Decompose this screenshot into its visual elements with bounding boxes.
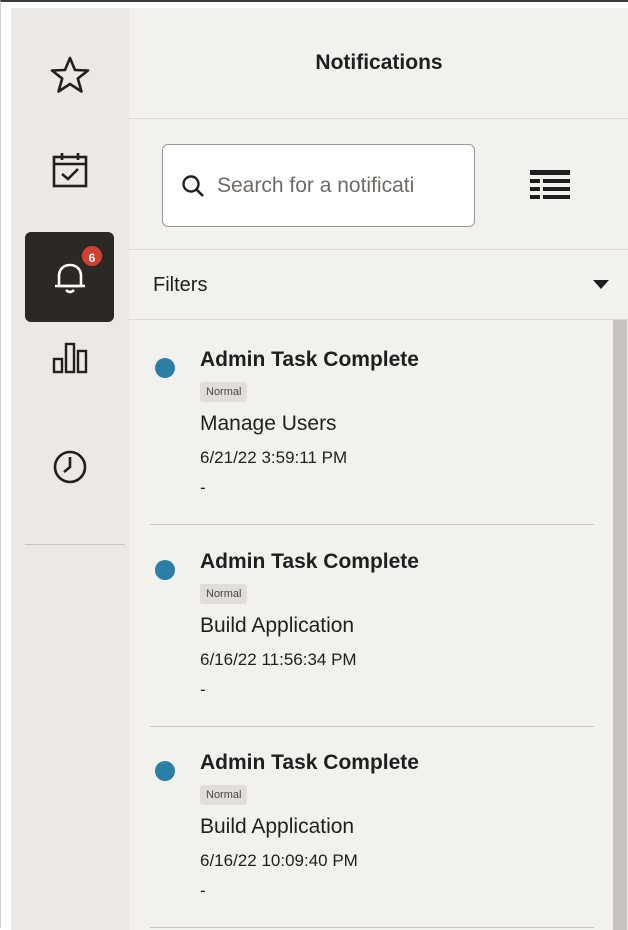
notification-item[interactable]: Admin Task Complete Normal Build Applica… <box>129 528 609 728</box>
notification-description: - <box>200 881 206 900</box>
item-divider <box>150 524 594 525</box>
notification-count-badge: 6 <box>80 244 104 268</box>
unread-indicator <box>155 761 175 781</box>
star-icon <box>50 56 89 93</box>
rail-item-recent[interactable] <box>25 422 114 512</box>
notification-subject: Build Application <box>200 815 355 838</box>
rail-divider <box>25 544 125 545</box>
rail-item-tasks[interactable] <box>25 125 114 215</box>
chevron-down-icon <box>593 280 609 289</box>
notification-timestamp: 6/16/22 11:56:34 PM <box>200 650 357 669</box>
notification-item[interactable]: Admin Task Complete Normal Build Applica… <box>129 729 609 929</box>
rail-item-reports[interactable] <box>25 311 114 401</box>
priority-badge: Normal <box>200 785 248 805</box>
unread-indicator <box>155 560 175 580</box>
search-input[interactable] <box>217 173 467 198</box>
notification-title: Admin Task Complete <box>200 348 419 371</box>
notification-timestamp: 6/21/22 3:59:11 PM <box>200 448 348 467</box>
filters-label: Filters <box>153 273 208 296</box>
search-box[interactable] <box>162 144 475 227</box>
item-divider <box>150 726 594 727</box>
rail-item-favorites[interactable] <box>25 30 114 120</box>
priority-badge: Normal <box>200 382 248 402</box>
clock-icon <box>53 450 86 484</box>
notification-title: Admin Task Complete <box>200 550 419 573</box>
notifications-panel: Notifications Filters <box>129 8 628 930</box>
notification-item[interactable]: Admin Task Complete Normal Manage Users … <box>129 326 609 526</box>
filters-toggle[interactable]: Filters <box>129 250 628 320</box>
bar-chart-icon <box>52 342 87 374</box>
search-icon <box>182 174 204 197</box>
unread-indicator <box>155 358 175 378</box>
list-view-button[interactable] <box>527 168 573 204</box>
rail-item-notifications[interactable]: 6 <box>25 232 114 322</box>
notification-description: - <box>200 680 206 699</box>
calendar-check-icon <box>52 153 87 188</box>
panel-title: Notifications <box>315 51 443 74</box>
filters-divider <box>129 319 628 320</box>
notifications-window: 6 Notifications Search for a notificati … <box>0 0 628 930</box>
notification-description: - <box>200 478 206 497</box>
priority-badge: Normal <box>200 584 248 604</box>
scrollbar[interactable] <box>613 320 627 930</box>
list-view-icon <box>530 170 570 199</box>
navigation-rail: 6 <box>11 8 129 930</box>
notification-title: Admin Task Complete <box>200 751 419 774</box>
notification-subject: Build Application <box>200 614 355 637</box>
header-divider <box>129 118 628 119</box>
notification-timestamp: 6/16/22 10:09:40 PM <box>200 851 358 870</box>
notification-subject: Manage Users <box>200 412 337 435</box>
